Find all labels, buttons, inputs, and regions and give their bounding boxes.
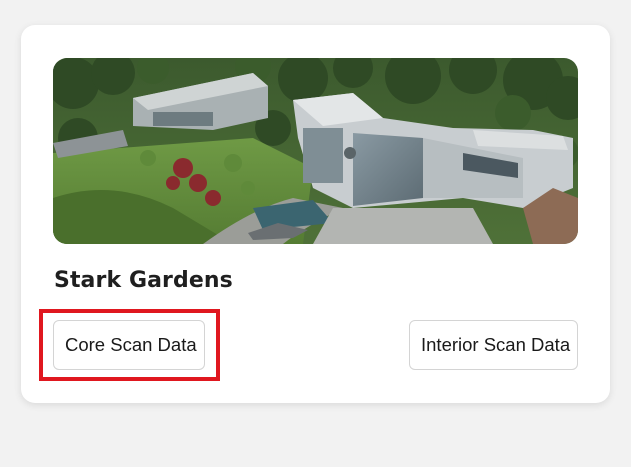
core-scan-data-button[interactable]: Core Scan Data bbox=[53, 320, 205, 370]
location-card: Stark Gardens Core Scan Data Interior Sc… bbox=[21, 25, 610, 403]
location-image bbox=[53, 58, 578, 244]
interior-scan-data-button[interactable]: Interior Scan Data bbox=[409, 320, 578, 370]
location-title: Stark Gardens bbox=[54, 268, 233, 293]
